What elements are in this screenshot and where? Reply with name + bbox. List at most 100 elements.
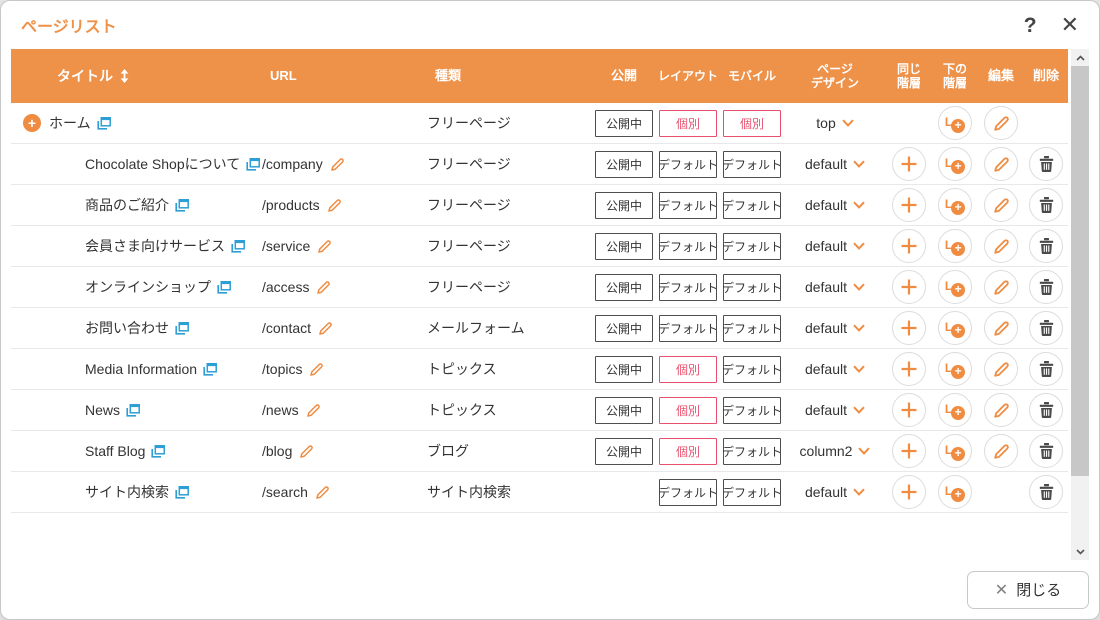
layout-status-button[interactable]: 個別 <box>659 438 717 465</box>
layout-status-button[interactable]: 個別 <box>659 397 717 424</box>
mobile-status-button[interactable]: デフォルト <box>723 192 781 219</box>
mobile-status-button[interactable]: デフォルト <box>723 151 781 178</box>
publish-status-button[interactable]: 公開中 <box>595 274 653 301</box>
header-title[interactable]: タイトル <box>41 68 262 85</box>
layout-status-button[interactable]: デフォルト <box>659 233 717 260</box>
scrollbar-track[interactable] <box>1071 66 1089 543</box>
publish-status-button[interactable]: 公開中 <box>595 110 653 137</box>
delete-button[interactable] <box>1029 147 1063 181</box>
layout-status-button[interactable]: デフォルト <box>659 151 717 178</box>
add-same-level-button[interactable] <box>892 147 926 181</box>
publish-status-button[interactable]: 公開中 <box>595 315 653 342</box>
scroll-up-button[interactable] <box>1071 49 1089 66</box>
add-below-level-button[interactable]: L+ <box>938 434 972 468</box>
url-edit-pencil-icon[interactable] <box>315 485 330 500</box>
add-same-level-button[interactable] <box>892 393 926 427</box>
page-design-dropdown[interactable]: default <box>805 197 865 213</box>
add-below-level-button[interactable]: L+ <box>938 106 972 140</box>
page-design-dropdown[interactable]: default <box>805 238 865 254</box>
add-same-level-button[interactable] <box>892 352 926 386</box>
preview-window-icon[interactable] <box>175 486 189 499</box>
layout-status-button[interactable]: デフォルト <box>659 192 717 219</box>
add-same-level-button[interactable] <box>892 311 926 345</box>
publish-status-button[interactable]: 公開中 <box>595 192 653 219</box>
scrollbar-thumb[interactable] <box>1071 66 1089 476</box>
delete-button[interactable] <box>1029 475 1063 509</box>
page-design-dropdown[interactable]: top <box>816 115 853 131</box>
edit-button[interactable] <box>984 434 1018 468</box>
page-design-dropdown[interactable]: default <box>805 402 865 418</box>
add-below-level-button[interactable]: L+ <box>938 270 972 304</box>
delete-button[interactable] <box>1029 393 1063 427</box>
preview-window-icon[interactable] <box>175 322 189 335</box>
delete-button[interactable] <box>1029 352 1063 386</box>
url-edit-pencil-icon[interactable] <box>306 403 321 418</box>
add-below-level-button[interactable]: L+ <box>938 352 972 386</box>
url-edit-pencil-icon[interactable] <box>317 239 332 254</box>
sort-icon[interactable] <box>120 69 129 83</box>
delete-button[interactable] <box>1029 270 1063 304</box>
layout-status-button[interactable]: デフォルト <box>659 274 717 301</box>
publish-status-button[interactable]: 公開中 <box>595 397 653 424</box>
add-same-level-button[interactable] <box>892 270 926 304</box>
page-design-dropdown[interactable]: column2 <box>800 443 871 459</box>
layout-status-button[interactable]: デフォルト <box>659 479 717 506</box>
edit-button[interactable] <box>984 147 1018 181</box>
publish-status-button[interactable]: 公開中 <box>595 233 653 260</box>
url-edit-pencil-icon[interactable] <box>318 321 333 336</box>
edit-button[interactable] <box>984 229 1018 263</box>
edit-button[interactable] <box>984 352 1018 386</box>
add-below-level-button[interactable]: L+ <box>938 475 972 509</box>
layout-status-button[interactable]: デフォルト <box>659 315 717 342</box>
mobile-status-button[interactable]: デフォルト <box>723 356 781 383</box>
add-below-level-button[interactable]: L+ <box>938 188 972 222</box>
delete-button[interactable] <box>1029 188 1063 222</box>
edit-button[interactable] <box>984 188 1018 222</box>
layout-status-button[interactable]: 個別 <box>659 356 717 383</box>
url-edit-pencil-icon[interactable] <box>316 280 331 295</box>
preview-window-icon[interactable] <box>246 158 260 171</box>
url-edit-pencil-icon[interactable] <box>330 157 345 172</box>
preview-window-icon[interactable] <box>126 404 140 417</box>
url-edit-pencil-icon[interactable] <box>309 362 324 377</box>
preview-window-icon[interactable] <box>203 363 217 376</box>
delete-button[interactable] <box>1029 434 1063 468</box>
add-below-level-button[interactable]: L+ <box>938 147 972 181</box>
preview-window-icon[interactable] <box>175 199 189 212</box>
publish-status-button[interactable]: 公開中 <box>595 438 653 465</box>
mobile-status-button[interactable]: デフォルト <box>723 479 781 506</box>
preview-window-icon[interactable] <box>217 281 231 294</box>
mobile-status-button[interactable]: デフォルト <box>723 274 781 301</box>
preview-window-icon[interactable] <box>97 117 111 130</box>
help-icon[interactable]: ? <box>1024 15 1037 36</box>
add-same-level-button[interactable] <box>892 475 926 509</box>
page-design-dropdown[interactable]: default <box>805 279 865 295</box>
vertical-scrollbar[interactable] <box>1071 49 1089 560</box>
mobile-status-button[interactable]: デフォルト <box>723 233 781 260</box>
page-design-dropdown[interactable]: default <box>805 484 865 500</box>
edit-button[interactable] <box>984 311 1018 345</box>
page-design-dropdown[interactable]: default <box>805 320 865 336</box>
preview-window-icon[interactable] <box>151 445 165 458</box>
mobile-status-button[interactable]: デフォルト <box>723 397 781 424</box>
delete-button[interactable] <box>1029 311 1063 345</box>
mobile-status-button[interactable]: デフォルト <box>723 315 781 342</box>
layout-status-button[interactable]: 個別 <box>659 110 717 137</box>
publish-status-button[interactable]: 公開中 <box>595 151 653 178</box>
add-below-level-button[interactable]: L+ <box>938 311 972 345</box>
add-below-level-button[interactable]: L+ <box>938 393 972 427</box>
url-edit-pencil-icon[interactable] <box>327 198 342 213</box>
url-edit-pencil-icon[interactable] <box>299 444 314 459</box>
add-below-level-button[interactable]: L+ <box>938 229 972 263</box>
scroll-down-button[interactable] <box>1071 543 1089 560</box>
mobile-status-button[interactable]: 個別 <box>723 110 781 137</box>
page-design-dropdown[interactable]: default <box>805 361 865 377</box>
publish-status-button[interactable]: 公開中 <box>595 356 653 383</box>
delete-button[interactable] <box>1029 229 1063 263</box>
close-icon[interactable]: ✕ <box>1061 14 1079 36</box>
mobile-status-button[interactable]: デフォルト <box>723 438 781 465</box>
edit-button[interactable] <box>984 270 1018 304</box>
close-button[interactable]: ✕ 閉じる <box>967 571 1089 609</box>
add-same-level-button[interactable] <box>892 434 926 468</box>
expand-toggle-icon[interactable]: + <box>23 114 41 132</box>
